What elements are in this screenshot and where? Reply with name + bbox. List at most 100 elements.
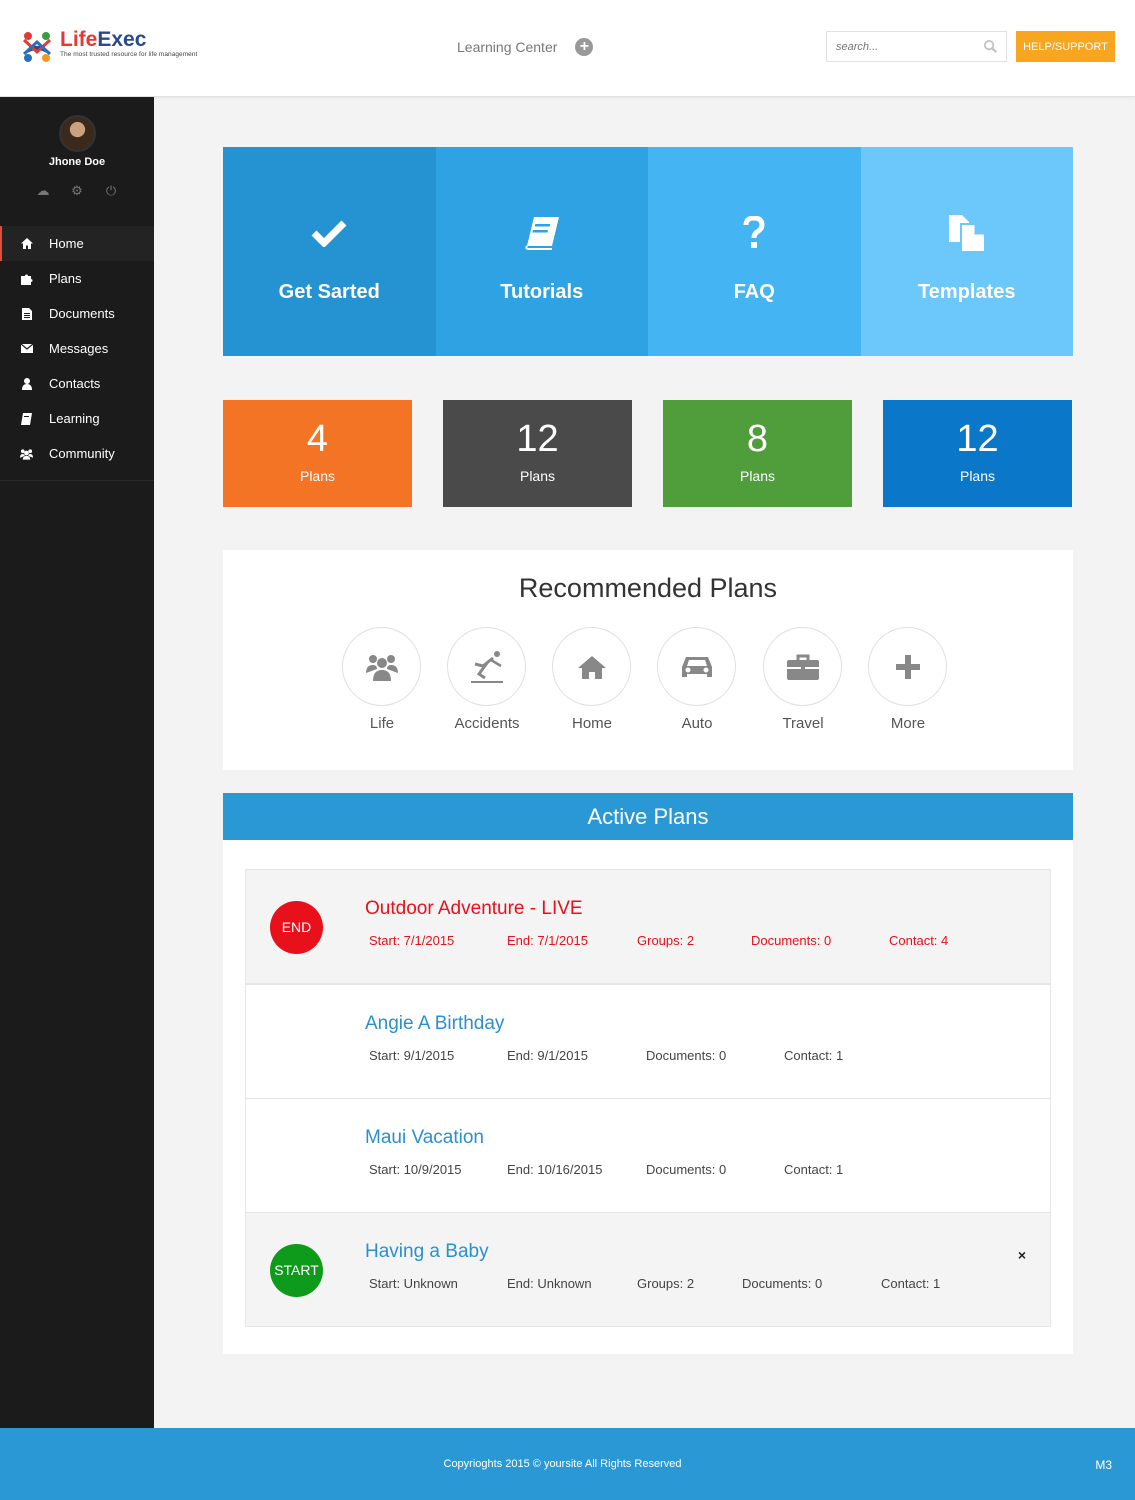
plan-documents: Documents: 0	[742, 1276, 823, 1291]
active-plans-panel: END Outdoor Adventure - LIVE Start: 7/1/…	[223, 840, 1073, 1354]
recommended-item-more[interactable]: More	[868, 627, 948, 732]
stat-card[interactable]: 12 Plans	[883, 400, 1072, 507]
plan-start: Start: 7/1/2015	[369, 933, 455, 948]
briefcase-icon	[763, 627, 842, 706]
recommended-title: Recommended Plans	[518, 573, 778, 603]
plan-row[interactable]: START Having a Baby Start: Unknown End: …	[245, 1212, 1051, 1327]
copyright-text: Copyrioghts 2015 © yoursite All Rights R…	[443, 1458, 682, 1470]
plus-icon	[868, 627, 947, 706]
plan-end: End: 9/1/2015	[507, 1048, 588, 1063]
tile-label: FAQ	[733, 281, 775, 303]
users-icon	[342, 627, 421, 706]
sidebar-item-plans[interactable]: Plans	[0, 261, 154, 296]
sidebar-nav: Home Plans Documents Messages Contacts L…	[0, 226, 154, 481]
plan-title[interactable]: Angie A Birthday	[365, 1013, 504, 1035]
plan-start: Start: 9/1/2015	[369, 1048, 455, 1063]
learning-center-link[interactable]: Learning Center +	[457, 38, 594, 56]
avatar[interactable]	[59, 115, 96, 152]
stat-number: 4	[306, 418, 329, 460]
copy-icon	[947, 213, 987, 253]
tile-faq[interactable]: FAQ	[648, 147, 861, 356]
checkmark-icon	[309, 213, 349, 253]
stat-label: Plans	[519, 468, 556, 484]
recommended-item-accidents[interactable]: Accidents	[447, 627, 527, 732]
stat-card[interactable]: 4 Plans	[223, 400, 412, 507]
recommended-item-life[interactable]: Life	[342, 627, 422, 732]
sidebar-item-learning[interactable]: Learning	[0, 401, 154, 436]
end-badge[interactable]: END	[270, 901, 323, 954]
sidebar-item-label: Plans	[49, 271, 82, 286]
stat-card[interactable]: 12 Plans	[443, 400, 632, 507]
tile-get-started[interactable]: Get Sarted	[223, 147, 436, 356]
sidebar-item-documents[interactable]: Documents	[0, 296, 154, 331]
recommended-label: Auto	[681, 715, 713, 732]
stat-number: 8	[746, 418, 769, 460]
question-icon	[734, 213, 774, 253]
users-icon	[20, 447, 33, 460]
start-badge[interactable]: START	[270, 1244, 323, 1297]
document-icon	[20, 307, 33, 320]
stat-card[interactable]: 8 Plans	[663, 400, 852, 507]
stat-number: 12	[956, 418, 999, 460]
stat-label: Plans	[299, 468, 336, 484]
user-actions: ☁ ⚙ ⏻	[36, 183, 118, 199]
plan-start: Start: 10/9/2015	[369, 1162, 462, 1177]
sidebar: Jhone Doe ☁ ⚙ ⏻ Home Plans Documents Mes…	[0, 97, 154, 1428]
recommended-item-auto[interactable]: Auto	[657, 627, 737, 732]
cloud-upload-icon[interactable]: ☁	[36, 183, 50, 199]
tile-tutorials[interactable]: Tutorials	[435, 147, 648, 356]
gear-icon[interactable]: ⚙	[70, 183, 84, 199]
quick-tiles: Get Sarted Tutorials FAQ Templates	[223, 147, 1073, 356]
tile-templates[interactable]: Templates	[860, 147, 1073, 356]
search-box	[826, 31, 1007, 62]
plan-title[interactable]: Maui Vacation	[365, 1127, 484, 1149]
sidebar-item-messages[interactable]: Messages	[0, 331, 154, 366]
plan-title[interactable]: Outdoor Adventure - LIVE	[365, 898, 583, 920]
recommended-item-travel[interactable]: Travel	[763, 627, 843, 732]
logo[interactable]: LifeExec The most trusted resource for l…	[18, 28, 197, 66]
sidebar-item-label: Documents	[49, 306, 115, 321]
tile-label: Get Sarted	[278, 281, 380, 303]
search-input[interactable]	[836, 40, 976, 53]
puzzle-icon	[20, 272, 33, 285]
book-icon	[522, 213, 562, 253]
plan-row[interactable]: END Outdoor Adventure - LIVE Start: 7/1/…	[245, 869, 1051, 984]
sidebar-item-label: Community	[49, 446, 115, 461]
sidebar-item-home[interactable]: Home	[0, 226, 154, 261]
plus-circle-icon[interactable]: +	[575, 38, 594, 56]
home-icon	[552, 627, 631, 706]
plan-documents: Documents: 0	[751, 933, 832, 948]
plan-end: End: 10/16/2015	[507, 1162, 603, 1177]
plan-row[interactable]: Maui Vacation Start: 10/9/2015 End: 10/1…	[245, 1098, 1051, 1213]
stat-label: Plans	[739, 468, 776, 484]
plan-groups: Groups: 2	[637, 933, 695, 948]
sidebar-item-contacts[interactable]: Contacts	[0, 366, 154, 401]
recommended-item-home[interactable]: Home	[552, 627, 632, 732]
search-icon[interactable]	[983, 39, 998, 54]
plan-start: Start: Unknown	[369, 1276, 458, 1291]
envelope-icon	[20, 342, 33, 355]
recommended-label: Accidents	[454, 715, 520, 732]
plan-end: End: Unknown	[507, 1276, 592, 1291]
close-icon[interactable]: ×	[1018, 1247, 1026, 1263]
logo-name: LifeExec	[60, 28, 147, 51]
plan-row[interactable]: Angie A Birthday Start: 9/1/2015 End: 9/…	[245, 984, 1051, 1099]
recommended-label: Travel	[782, 715, 824, 732]
help-support-button[interactable]: HELP/SUPPORT	[1016, 31, 1115, 62]
plan-contact: Contact: 1	[784, 1162, 844, 1177]
user-icon	[20, 377, 33, 390]
recommended-plans-panel: Recommended Plans Life Accidents Home Au…	[223, 550, 1073, 770]
plan-contact: Contact: 4	[889, 933, 949, 948]
recommended-label: More	[890, 715, 926, 732]
plan-title[interactable]: Having a Baby	[365, 1241, 489, 1263]
version-label: M3	[1095, 1458, 1112, 1472]
top-header: LifeExec The most trusted resource for l…	[0, 0, 1135, 97]
plan-end: End: 7/1/2015	[507, 933, 588, 948]
recommended-label: Home	[571, 715, 612, 732]
power-icon[interactable]: ⏻	[104, 183, 118, 199]
logo-tagline: The most trusted resource for life manag…	[60, 51, 198, 58]
sidebar-item-community[interactable]: Community	[0, 436, 154, 471]
plan-groups: Groups: 2	[637, 1276, 695, 1291]
home-icon	[20, 237, 33, 250]
user-name: Jhone Doe	[48, 156, 106, 168]
